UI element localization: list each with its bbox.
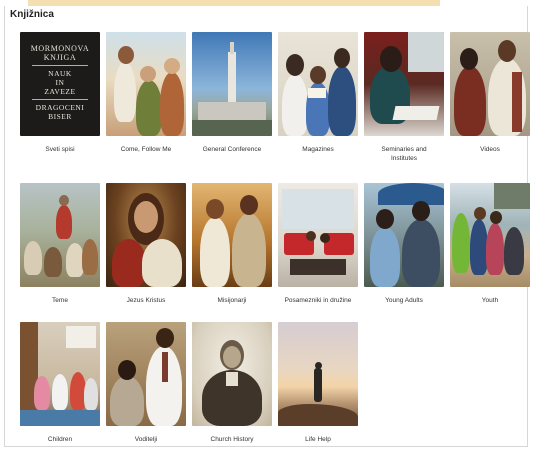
- tile-individuals-families[interactable]: Posamezniki in družine: [278, 183, 358, 305]
- church-history-image: [192, 322, 272, 426]
- tile-label: Seminaries and Institutes: [381, 146, 427, 162]
- leaders-image: [106, 322, 186, 426]
- tile-label: Jezus Kristus: [126, 297, 166, 304]
- general-conference-image: [192, 32, 272, 136]
- tile-label: Young Adults: [385, 297, 423, 304]
- cover-text: ZAVEZE: [44, 87, 76, 96]
- cover-text: DRAGOCENI: [35, 103, 85, 112]
- seminaries-institutes-image: [364, 32, 444, 136]
- tile-life-help[interactable]: Life Help: [278, 322, 358, 444]
- life-help-image: [278, 322, 358, 426]
- tile-label: Voditelji: [134, 436, 158, 443]
- tile-scriptures[interactable]: MORMONOVA KNJIGA NAUK IN ZAVEZE DRAGOCEN…: [20, 32, 100, 154]
- scriptures-cover-image: MORMONOVA KNJIGA NAUK IN ZAVEZE DRAGOCEN…: [20, 32, 100, 136]
- tile-label: Videos: [480, 146, 500, 153]
- tile-topics[interactable]: Teme: [20, 183, 100, 305]
- tile-seminaries-institutes[interactable]: Seminaries and Institutes: [364, 32, 444, 163]
- cover-text: MORMONOVA: [30, 44, 90, 53]
- tile-jesus-christ[interactable]: Jezus Kristus: [106, 183, 186, 305]
- tile-children[interactable]: Children: [20, 322, 100, 444]
- young-adults-image: [364, 183, 444, 287]
- cover-text: BISER: [48, 112, 72, 121]
- jesus-christ-image: [106, 183, 186, 287]
- tile-magazines[interactable]: Magazines: [278, 32, 358, 154]
- tile-label: Youth: [481, 297, 499, 304]
- tile-label: Come, Follow Me: [120, 146, 172, 153]
- tile-label: General Conference: [202, 146, 262, 153]
- tile-missionaries[interactable]: Misijonarji: [192, 183, 272, 305]
- topics-image: [20, 183, 100, 287]
- individuals-families-image: [278, 183, 358, 287]
- youth-image: [450, 183, 530, 287]
- tile-general-conference[interactable]: General Conference: [192, 32, 272, 154]
- tile-label: Sveti spisi: [45, 146, 75, 153]
- cover-text: IN: [55, 78, 65, 87]
- children-image: [20, 322, 100, 426]
- missionaries-image: [192, 183, 272, 287]
- tile-label: Teme: [52, 297, 68, 304]
- videos-image: [450, 32, 530, 136]
- magazines-image: [278, 32, 358, 136]
- tile-label: Magazines: [302, 146, 334, 153]
- tile-young-adults[interactable]: Young Adults: [364, 183, 444, 305]
- tile-label: Children: [47, 436, 73, 443]
- tile-come-follow-me[interactable]: Come, Follow Me: [106, 32, 186, 154]
- tile-church-history[interactable]: Church History: [192, 322, 272, 444]
- cover-text: KNJIGA: [43, 53, 77, 62]
- come-follow-me-image: [106, 32, 186, 136]
- tile-label: Posamezniki in družine: [284, 297, 352, 304]
- tile-videos[interactable]: Videos: [450, 32, 530, 154]
- cover-text: NAUK: [48, 69, 72, 78]
- tile-label: Church History: [210, 436, 254, 443]
- tile-label: Life Help: [305, 436, 331, 443]
- tile-label: Misijonarji: [217, 297, 247, 304]
- tile-leaders[interactable]: Voditelji: [106, 322, 186, 444]
- tile-youth[interactable]: Youth: [450, 183, 530, 305]
- page-title: Knjižnica: [10, 9, 54, 20]
